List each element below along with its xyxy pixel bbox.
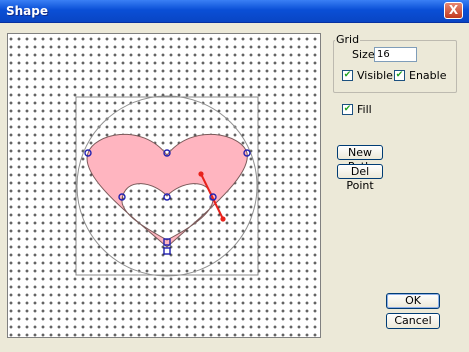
shape-dialog: Shape X Grid Size: 16 ✔ Visible ✔ Enable… <box>0 0 469 352</box>
grid-size-input[interactable] <box>374 47 417 62</box>
fill-label: Fill <box>357 103 372 116</box>
checkmark-icon: ✔ <box>343 70 352 80</box>
new-path-button[interactable]: New Path <box>337 145 383 173</box>
grid-visible-checkbox[interactable]: ✔ <box>342 70 353 81</box>
cancel-button[interactable]: Cancel <box>386 313 440 329</box>
checkmark-icon: ✔ <box>343 104 352 114</box>
control-handle-bottom[interactable] <box>220 216 226 222</box>
shape-editor-canvas[interactable] <box>7 33 321 338</box>
window-title: Shape <box>6 4 49 18</box>
close-icon: X <box>448 3 459 17</box>
close-button[interactable]: X <box>444 2 463 19</box>
grid-visible-label: Visible <box>357 69 393 82</box>
shape-canvas-svg[interactable] <box>8 34 320 337</box>
grid-enable-label: Enable <box>409 69 447 82</box>
checkmark-icon: ✔ <box>395 70 404 80</box>
fill-checkbox[interactable]: ✔ <box>342 104 353 115</box>
control-handle-top[interactable] <box>198 171 204 177</box>
del-point-button[interactable]: Del Point <box>337 164 383 192</box>
ok-button[interactable]: OK <box>386 293 440 309</box>
title-bar[interactable]: Shape X <box>0 0 469 23</box>
grid-group-legend: Grid <box>335 33 361 46</box>
grid-enable-checkbox[interactable]: ✔ <box>394 70 405 81</box>
